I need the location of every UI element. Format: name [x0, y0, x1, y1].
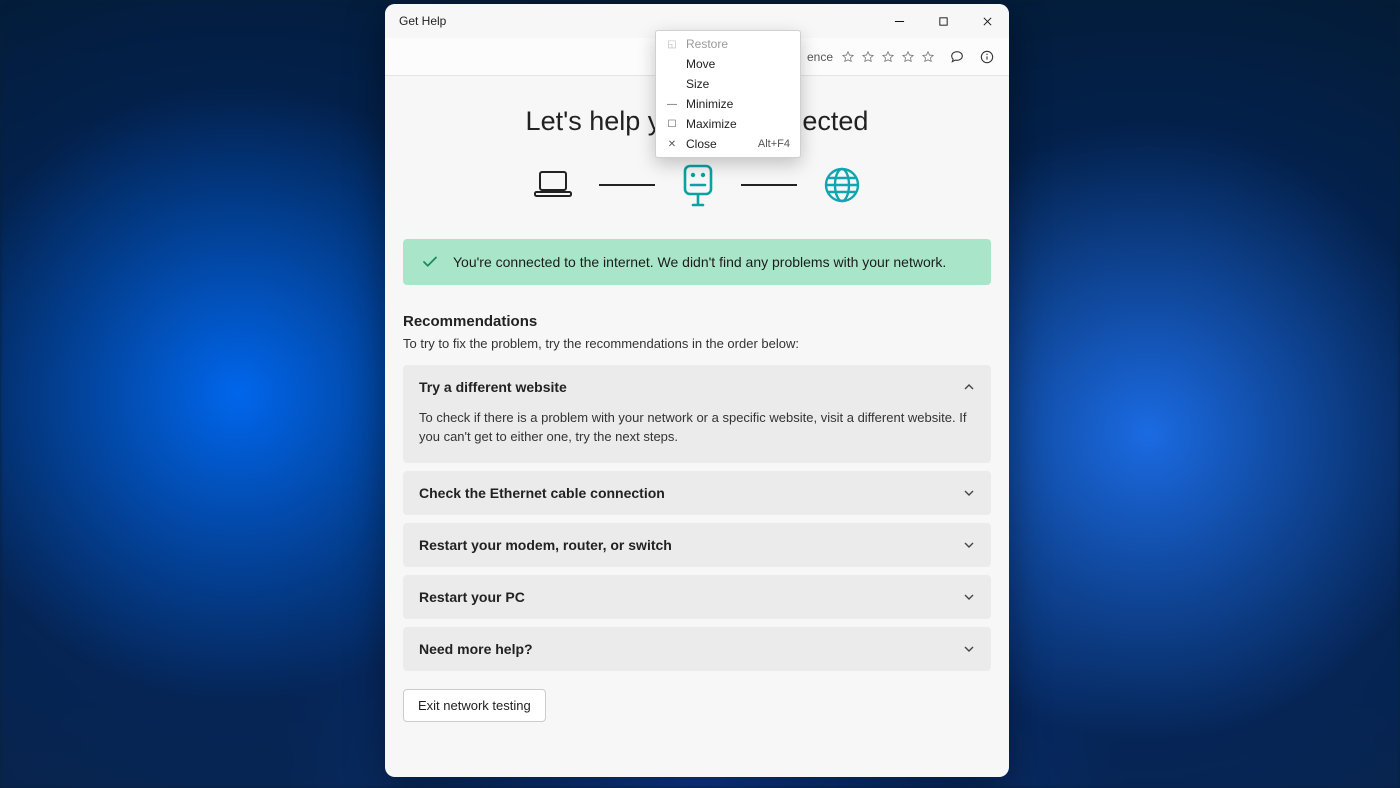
- recommendation-title: Check the Ethernet cable connection: [419, 485, 665, 501]
- recommendation-card: Try a different website To check if ther…: [403, 365, 991, 463]
- restore-icon: ◱: [666, 39, 678, 50]
- check-icon: [421, 253, 439, 271]
- recommendation-card: Check the Ethernet cable connection: [403, 471, 991, 515]
- recommendation-title: Try a different website: [419, 379, 567, 395]
- recommendation-title: Restart your PC: [419, 589, 525, 605]
- recommendation-card: Restart your PC: [403, 575, 991, 619]
- recommendation-toggle[interactable]: Restart your modem, router, or switch: [403, 523, 991, 567]
- globe-icon: [823, 166, 861, 204]
- router-icon: [681, 163, 715, 207]
- minimize-icon: —: [666, 99, 678, 110]
- recommendation-body: To check if there is a problem with your…: [403, 409, 991, 463]
- recommendation-toggle[interactable]: Try a different website: [403, 365, 991, 409]
- connection-diagram: [403, 163, 991, 207]
- close-icon: ✕: [666, 139, 678, 150]
- sysmenu-close[interactable]: ✕ Close Alt+F4: [656, 134, 800, 154]
- star-icon[interactable]: [841, 50, 855, 64]
- star-icon[interactable]: [901, 50, 915, 64]
- recommendation-toggle[interactable]: Need more help?: [403, 627, 991, 671]
- close-button[interactable]: [965, 4, 1009, 38]
- window-controls: [877, 4, 1009, 38]
- exit-network-testing-button[interactable]: Exit network testing: [403, 689, 546, 722]
- laptop-icon: [533, 167, 573, 203]
- minimize-button[interactable]: [877, 4, 921, 38]
- recommendation-toggle[interactable]: Restart your PC: [403, 575, 991, 619]
- window-title: Get Help: [399, 14, 446, 28]
- maximize-button[interactable]: [921, 4, 965, 38]
- chevron-down-icon: [963, 539, 975, 551]
- recommendations-title: Recommendations: [403, 313, 991, 330]
- content-area: Let's help you get connected You're conn…: [385, 76, 1009, 777]
- sysmenu-size[interactable]: Size: [656, 74, 800, 94]
- sysmenu-maximize[interactable]: ☐ Maximize: [656, 114, 800, 134]
- recommendation-toggle[interactable]: Check the Ethernet cable connection: [403, 471, 991, 515]
- info-icon[interactable]: [979, 49, 995, 65]
- status-text: You're connected to the internet. We did…: [453, 254, 946, 270]
- connector-line: [599, 184, 655, 186]
- status-banner: You're connected to the internet. We did…: [403, 239, 991, 285]
- star-icon[interactable]: [921, 50, 935, 64]
- sysmenu-close-accel: Alt+F4: [758, 138, 790, 150]
- recommendation-card: Restart your modem, router, or switch: [403, 523, 991, 567]
- sysmenu-move[interactable]: Move: [656, 54, 800, 74]
- star-icon[interactable]: [881, 50, 895, 64]
- recommendation-title: Need more help?: [419, 641, 533, 657]
- chevron-down-icon: [963, 643, 975, 655]
- connector-line: [741, 184, 797, 186]
- recommendation-card: Need more help?: [403, 627, 991, 671]
- chevron-down-icon: [963, 591, 975, 603]
- chevron-up-icon: [963, 381, 975, 393]
- system-menu: ◱ Restore Move Size — Minimize ☐ Maximiz…: [655, 30, 801, 158]
- rate-experience-label: ence: [807, 50, 833, 64]
- recommendation-title: Restart your modem, router, or switch: [419, 537, 672, 553]
- chevron-down-icon: [963, 487, 975, 499]
- feedback-icon[interactable]: [949, 49, 965, 65]
- star-icon[interactable]: [861, 50, 875, 64]
- maximize-icon: ☐: [666, 119, 678, 130]
- sysmenu-minimize[interactable]: — Minimize: [656, 94, 800, 114]
- recommendations-subtitle: To try to fix the problem, try the recom…: [403, 336, 991, 351]
- sysmenu-restore: ◱ Restore: [656, 34, 800, 54]
